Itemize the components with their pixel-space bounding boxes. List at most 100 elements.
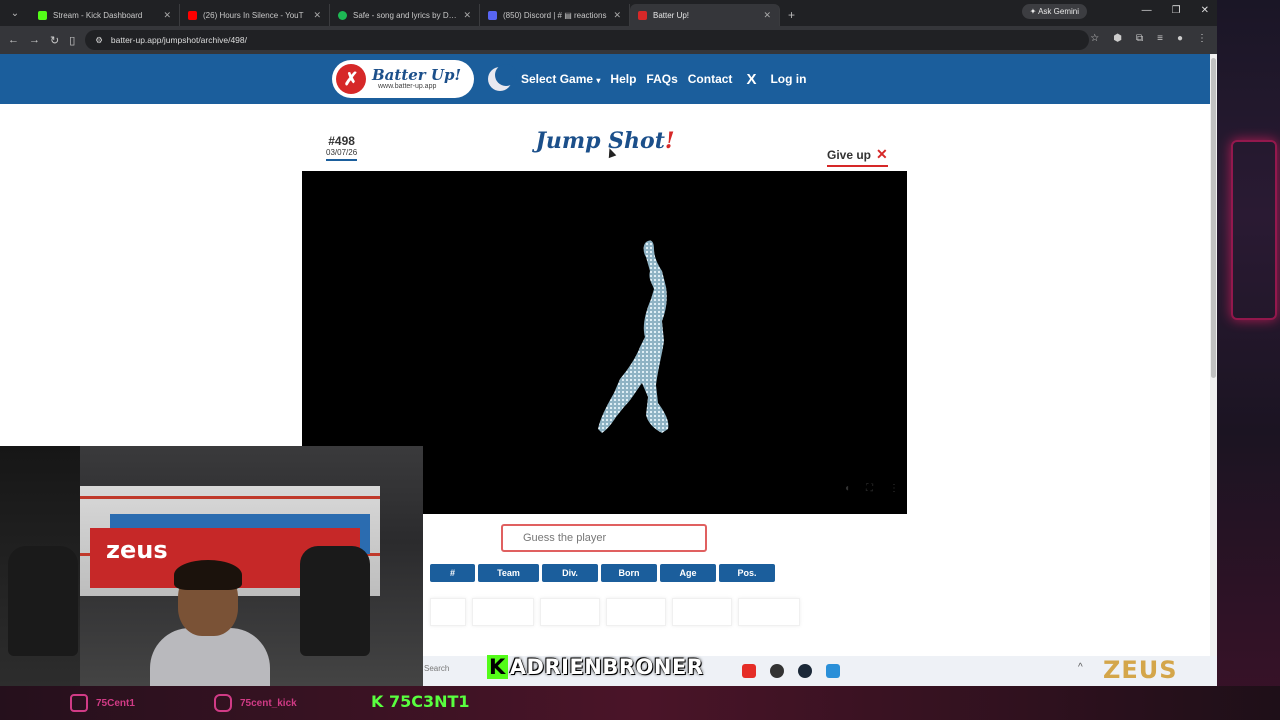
caret-down-icon: ▾ [596,76,601,85]
ask-gemini-label: Ask Gemini [1038,7,1079,16]
more-icon[interactable]: ⋮ [889,483,899,494]
tab-youtube[interactable]: (26) Hours In Silence - YouT ✕ [180,4,330,26]
neon-sign [1231,140,1277,320]
minimize-icon[interactable]: — [1142,5,1152,16]
guess-cell [430,598,466,626]
tab-label: (850) Discord | # ▤ reactions [503,10,607,20]
tab-batter-up[interactable]: Batter Up! ✕ [630,4,780,26]
select-game-dropdown[interactable]: Select Game ▾ [521,72,600,86]
photos-app-icon[interactable] [826,664,840,678]
col-born: Born [601,564,657,582]
x-social-icon[interactable]: X [746,71,756,88]
close-tab-icon[interactable]: ✕ [163,10,171,21]
kick-icon [38,10,47,20]
volume-icon[interactable]: ◖ [844,483,850,494]
site-navbar: ✗ Batter Up! www.batter-up.app Select Ga… [0,54,1210,104]
url-text: batter-up.app/jumpshot/archive/498/ [110,35,247,45]
youtube-app-icon[interactable] [742,664,756,678]
menu-icon[interactable]: ⋮ [1197,33,1207,44]
nav-faqs[interactable]: FAQs [646,72,677,86]
url-field[interactable]: ⚙ batter-up.app/jumpshot/archive/498/ [85,30,1089,50]
tab-search-icon[interactable]: ⌄ [6,4,24,22]
tab-label: Batter Up! [653,10,690,20]
streamer-body [150,628,270,686]
streamer-hair [174,560,242,590]
nav-help[interactable]: Help [610,72,636,86]
webcam-overlay: zeus [0,446,423,686]
kick-follower-alert: K ADRIENBRONER [487,654,704,680]
nav-contact[interactable]: Contact [688,72,733,86]
col-team: Team [478,564,539,582]
guess-row [430,598,800,626]
steam-app-icon[interactable] [798,664,812,678]
extensions-puzzle-icon[interactable]: ⧉ [1136,33,1143,44]
page-scrollbar[interactable] [1210,54,1217,656]
fullscreen-icon[interactable]: ⛶ [866,483,873,494]
twitch-icon [70,694,88,712]
logo-subtitle: www.batter-up.app [378,83,437,90]
close-window-icon[interactable]: ✕ [1201,5,1209,16]
address-bar: ← → ↻ ▯ ⚙ batter-up.app/jumpshot/archive… [0,26,1217,54]
col-position: Pos. [719,564,775,582]
tab-label: Stream - Kick Dashboard [53,10,143,20]
profile-icon[interactable]: ● [1177,33,1183,44]
kick-handle: ADRIENBRONER [509,655,704,679]
close-tab-icon[interactable]: ✕ [313,10,321,21]
give-up-button[interactable]: Give up ✕ [827,146,888,167]
select-game-label: Select Game [521,72,594,86]
ask-gemini-button[interactable]: ✦ Ask Gemini [1021,4,1087,19]
window-controls: — ❐ ✕ [1142,5,1209,16]
zeus-sponsor-logo: ZEUS [1103,656,1178,684]
col-number: # [430,564,475,582]
obs-app-icon[interactable] [770,664,784,678]
close-tab-icon[interactable]: ✕ [763,10,771,21]
tab-discord[interactable]: (850) Discord | # ▤ reactions ✕ [480,4,630,26]
guess-cell [672,598,732,626]
discord-icon [488,10,497,20]
guess-cell [606,598,666,626]
forward-icon[interactable]: → [29,34,40,46]
guess-input[interactable]: Guess the player [501,524,707,552]
instagram-social: 75cent_kick [214,694,297,712]
maximize-icon[interactable]: ❐ [1172,5,1181,16]
toolbar-icons: ☆ ⬢ ⧉ ≡ ● ⋮ [1090,33,1207,44]
video-controls: ◖ ⛶ ⋮ [844,483,899,494]
extension-icon[interactable]: ⬢ [1113,33,1122,44]
site-info-icon[interactable]: ⚙ [95,35,103,46]
col-division: Div. [542,564,598,582]
close-tab-icon[interactable]: ✕ [613,10,621,21]
instagram-handle: 75cent_kick [240,697,297,709]
twitch-social: 75Cent1 [70,694,135,712]
tab-spotify[interactable]: Safe - song and lyrics by Drū C ✕ [330,4,480,26]
taskbar-search[interactable]: Search [424,664,449,673]
give-up-label: Give up [827,147,872,162]
site-logo[interactable]: ✗ Batter Up! www.batter-up.app [332,60,474,98]
reading-list-icon[interactable]: ≡ [1157,33,1163,44]
sidebar-icon[interactable]: ▯ [69,34,75,47]
youtube-icon [188,10,197,20]
streamer [150,560,270,686]
tab-kick-dashboard[interactable]: Stream - Kick Dashboard ✕ [30,4,180,26]
webcam-brand-text: zeus [106,536,168,564]
baseball-logo-icon: ✗ [336,64,366,94]
reload-icon[interactable]: ↻ [50,34,59,47]
nav-login[interactable]: Log in [770,72,806,86]
tab-bar: ⌄ Stream - Kick Dashboard ✕ (26) Hours In… [0,0,1217,26]
instagram-icon [214,694,232,712]
stream-background [1217,0,1280,720]
close-tab-icon[interactable]: ✕ [463,10,471,21]
stream-frame: ⌄ Stream - Kick Dashboard ✕ (26) Hours In… [0,0,1280,720]
twitch-handle: 75Cent1 [96,697,135,709]
gaming-chair [300,546,370,656]
back-icon[interactable]: ← [8,34,19,46]
scrollbar-thumb[interactable] [1211,58,1216,378]
guess-cell [472,598,534,626]
system-tray-arrow-icon[interactable]: ^ [1078,662,1083,673]
bookmark-star-icon[interactable]: ☆ [1090,33,1099,44]
guess-cell [738,598,800,626]
tab-label: Safe - song and lyrics by Drū C [353,10,458,20]
stream-bottom-bar: 75Cent1 75cent_kick [0,686,1280,720]
dark-mode-moon-icon[interactable] [488,64,517,91]
new-tab-button[interactable]: + [780,8,803,26]
game-title-text: Jump Shot [535,128,665,154]
